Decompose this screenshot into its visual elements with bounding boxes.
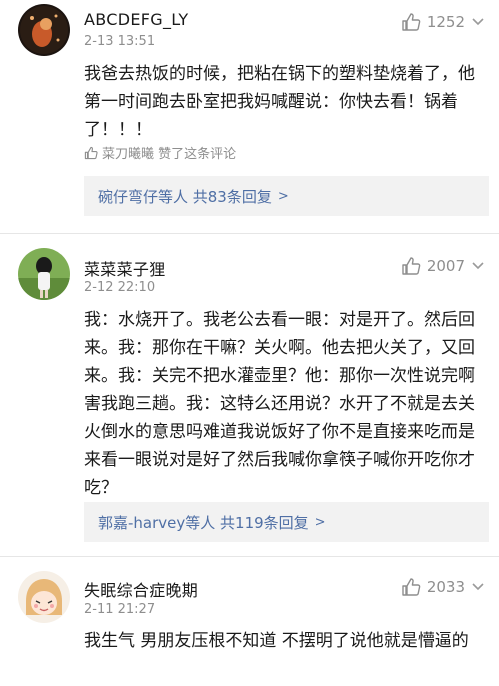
avatar[interactable] xyxy=(18,4,70,56)
comment-time: 2-11 21:27 xyxy=(84,602,156,617)
comment-item: 菜菜菜子狸 2-12 22:10 2007 我：水烧开了。我老公去看一眼：对是开… xyxy=(0,234,499,550)
chevron-right-icon: > xyxy=(277,188,289,204)
comment-item: 失眠综合症晚期 2-11 21:27 2033 我生气 男朋友压根不知道 不摆明… xyxy=(0,557,499,686)
chevron-down-icon[interactable] xyxy=(471,15,485,29)
comment-time: 2-12 22:10 xyxy=(84,280,156,295)
chevron-right-icon: > xyxy=(314,514,326,530)
liked-by-text: 菜刀曦曦 赞了这条评论 xyxy=(102,147,237,162)
thumbs-up-small-icon xyxy=(84,146,98,159)
thumbs-up-icon xyxy=(402,257,421,275)
chevron-down-icon[interactable] xyxy=(471,580,485,594)
comment-text: 我爸去热饭的时候，把粘在锅下的塑料垫烧着了，他第一时间跑去卧室把我妈喊醒说：你快… xyxy=(84,64,475,140)
thumbs-up-icon xyxy=(402,13,421,31)
username[interactable]: 菜菜菜子狸 xyxy=(84,256,166,280)
comment-item: ABCDEFG_LY 2-13 13:51 1252 我爸去热饭的时候，把粘在锅… xyxy=(0,0,499,228)
liked-by: 菜刀曦曦 赞了这条评论 xyxy=(84,143,236,162)
like-button[interactable]: 2033 xyxy=(401,577,465,597)
thumbs-up-icon xyxy=(402,578,421,596)
reply-summary[interactable]: 郭嘉-harvey等人 共119条回复 > xyxy=(84,502,489,542)
comment-text: 我生气 男朋友压根不知道 不摆明了说他就是懵逼的 xyxy=(84,631,469,651)
chevron-down-icon[interactable] xyxy=(471,259,485,273)
comment-time: 2-13 13:51 xyxy=(84,34,156,49)
like-count: 2033 xyxy=(426,578,465,596)
username[interactable]: ABCDEFG_LY xyxy=(84,10,188,29)
reply-summary-text: 碗仔弯仔等人 共83条回复 xyxy=(98,187,272,206)
avatar[interactable] xyxy=(18,571,70,623)
like-count: 2007 xyxy=(426,257,465,275)
comment-text: 我：水烧开了。我老公去看一眼：对是开了。然后回来。我：那你在干嘛？关火啊。他去把… xyxy=(84,310,475,498)
reply-summary[interactable]: 碗仔弯仔等人 共83条回复 > xyxy=(84,176,489,216)
like-count: 1252 xyxy=(426,13,465,31)
avatar[interactable] xyxy=(18,248,70,300)
like-button[interactable]: 2007 xyxy=(401,256,465,276)
like-button[interactable]: 1252 xyxy=(401,12,465,32)
username[interactable]: 失眠综合症晚期 xyxy=(84,577,198,601)
reply-summary-text: 郭嘉-harvey等人 共119条回复 xyxy=(98,513,309,532)
